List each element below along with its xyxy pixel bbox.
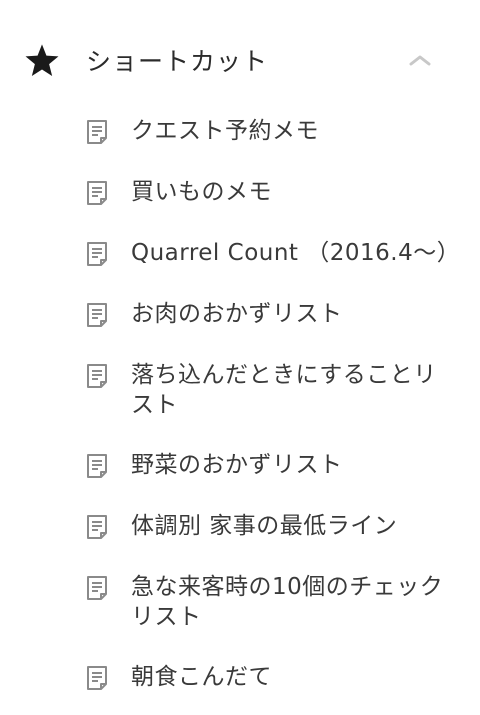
note-icon <box>87 242 107 266</box>
note-icon <box>87 454 107 478</box>
note-icon <box>87 181 107 205</box>
list-item-label: 急な来客時の10個のチェックリスト <box>131 574 444 630</box>
note-icon <box>87 515 107 539</box>
list-item-label: 体調別 家事の最低ライン <box>131 513 398 539</box>
list-item-label: Quarrel Count （2016.4〜） <box>131 240 461 266</box>
list-item-label: 落ち込んだときにすることリスト <box>131 362 437 418</box>
note-icon <box>87 666 107 690</box>
list-item-label: 買いものメモ <box>131 179 272 205</box>
star-icon <box>25 44 59 77</box>
list-item-label: 朝食こんだて <box>131 664 272 690</box>
note-icon <box>87 364 107 388</box>
section-title: ショートカット <box>86 47 269 76</box>
shortcuts-section-header[interactable]: ショートカット <box>0 32 480 92</box>
note-icon <box>87 576 107 600</box>
chevron-up-icon[interactable] <box>406 52 434 68</box>
note-icon <box>87 120 107 144</box>
shortcuts-panel: ショートカット クエスト予約メモ 買いものメモ Quarrel Count （2… <box>0 0 480 715</box>
list-item-label: クエスト予約メモ <box>131 118 319 144</box>
note-icon <box>87 303 107 327</box>
list-item-label: お肉のおかずリスト <box>131 301 343 327</box>
list-item-label: 野菜のおかずリスト <box>131 452 343 478</box>
